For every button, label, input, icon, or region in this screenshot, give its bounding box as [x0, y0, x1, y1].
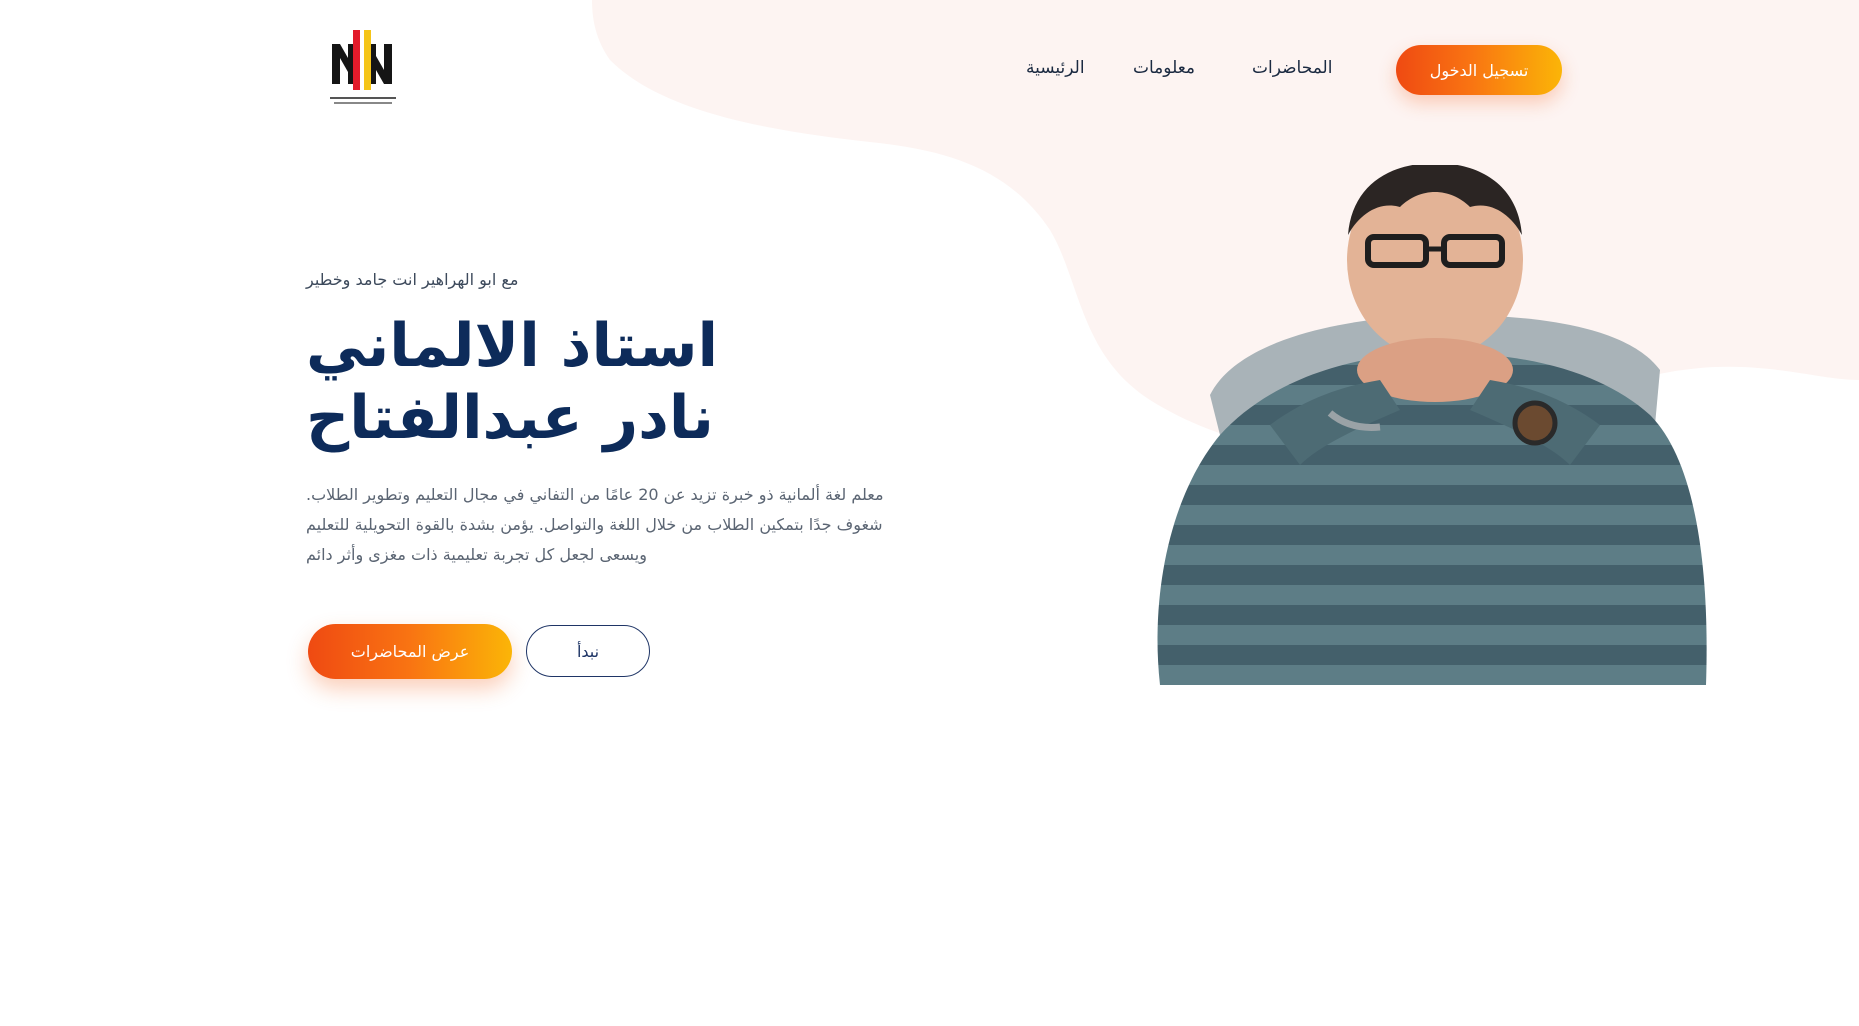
teacher-portrait — [1157, 165, 1707, 685]
start-button[interactable]: نبدأ — [526, 625, 650, 677]
logo-tagline-mark — [330, 97, 396, 104]
hero-description: معلم لغة ألمانية ذو خبرة تزيد عن 20 عامً… — [306, 480, 926, 570]
hero-title-line-1: استاذ الالماني — [306, 311, 719, 381]
logo-icon — [332, 30, 392, 90]
nav-item-lectures[interactable]: المحاضرات — [1252, 58, 1332, 78]
hero-description-line: معلم لغة ألمانية ذو خبرة تزيد عن 20 عامً… — [306, 485, 884, 504]
site-logo[interactable] — [326, 26, 400, 110]
hero-tagline: مع ابو الهراهير انت جامد وخطير — [306, 270, 519, 289]
view-lectures-button[interactable]: عرض المحاضرات — [308, 624, 512, 679]
login-button[interactable]: تسجيل الدخول — [1396, 45, 1562, 95]
hero-title: استاذ الالماني نادر عبدالفتاح — [306, 310, 926, 454]
hero-description-line: ويسعى لجعل كل تجربة تعليمية ذات مغزى وأث… — [306, 545, 647, 564]
main-nav: الرئيسية معلومات المحاضرات — [1010, 52, 1390, 88]
hero-title-line-2: نادر عبدالفتاح — [306, 383, 714, 453]
nav-item-home[interactable]: الرئيسية — [1026, 58, 1085, 78]
nav-item-info[interactable]: معلومات — [1133, 58, 1195, 78]
hero-description-line: شغوف جدًا بتمكين الطلاب من خلال اللغة وا… — [306, 515, 883, 534]
